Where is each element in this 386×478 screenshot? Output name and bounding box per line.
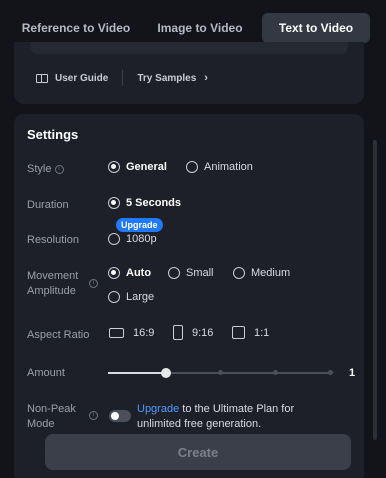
tab-reference-to-video[interactable]: Reference to Video [14, 13, 138, 43]
option-label: 1:1 [254, 326, 270, 339]
option-label: 9:16 [192, 326, 214, 339]
movement-option-small[interactable]: Small [168, 267, 214, 279]
duration-label: Duration [27, 199, 69, 211]
mode-tabs: Reference to Video Image to Video Text t… [14, 12, 370, 44]
scrollbar[interactable] [373, 140, 377, 440]
amount-label: Amount [27, 367, 65, 379]
slider-step [218, 370, 223, 375]
aspect-ratio-label: Aspect Ratio [27, 329, 90, 341]
try-samples-link[interactable]: Try Samples [137, 73, 196, 84]
option-label: Animation [204, 161, 253, 173]
option-label: Small [186, 267, 214, 279]
aspect-option-9-16[interactable]: 9:16 [173, 325, 213, 340]
amount-value: 1 [349, 367, 356, 379]
slider-step [272, 370, 278, 375]
amount-slider[interactable] [108, 368, 333, 378]
option-label: 16:9 [133, 327, 155, 339]
divider [122, 70, 124, 86]
settings-title: Settings [27, 127, 79, 142]
slider-fill [108, 372, 167, 374]
style-label: Style i [27, 162, 64, 177]
non-peak-toggle[interactable] [109, 410, 131, 422]
option-label: 5 Seconds [126, 197, 182, 209]
option-label: 1080p [126, 233, 157, 245]
aspect-option-16-9[interactable]: 16:9 [109, 327, 154, 339]
style-label-text: Style [27, 163, 52, 175]
style-option-general[interactable]: General [108, 161, 167, 173]
help-links: User Guide Try Samples › [36, 70, 208, 86]
resolution-option-1080p[interactable]: 1080p [108, 233, 157, 245]
radio-selected-icon [108, 197, 120, 209]
option-label: General [126, 161, 167, 173]
radio-selected-icon [108, 161, 120, 173]
option-label: Large [126, 291, 155, 303]
chevron-right-icon: › [204, 72, 208, 84]
create-button[interactable]: Create [45, 434, 351, 470]
radio-icon [186, 161, 198, 173]
movement-amplitude-label: Movement Amplitude [27, 270, 79, 297]
resolution-label: Resolution [27, 234, 79, 246]
info-icon[interactable]: i [54, 164, 64, 174]
radio-selected-icon [108, 267, 120, 279]
radio-icon [108, 291, 120, 303]
non-peak-mode-label: Non-Peak Mode [27, 403, 76, 430]
portrait-ratio-icon [173, 325, 183, 340]
info-icon[interactable]: i [89, 279, 98, 288]
upgrade-link[interactable]: Upgrade [137, 403, 179, 415]
info-icon[interactable]: i [89, 411, 98, 420]
option-label: Auto [126, 267, 152, 279]
book-icon [36, 73, 48, 83]
movement-option-auto[interactable]: Auto [108, 267, 151, 279]
movement-option-large[interactable]: Large [108, 291, 154, 303]
landscape-ratio-icon [109, 328, 124, 338]
upgrade-badge[interactable]: Upgrade [116, 218, 163, 232]
user-guide-link[interactable]: User Guide [55, 73, 108, 84]
radio-icon [233, 267, 245, 279]
duration-option-5s[interactable]: 5 Seconds [108, 197, 181, 209]
square-ratio-icon [232, 326, 245, 339]
tab-image-to-video[interactable]: Image to Video [138, 13, 262, 43]
radio-icon [168, 267, 180, 279]
movement-option-medium[interactable]: Medium [233, 267, 290, 279]
prompt-area-bottom [30, 42, 348, 54]
option-label: Medium [251, 267, 291, 279]
radio-icon [108, 233, 120, 245]
slider-step [327, 370, 333, 375]
style-option-animation[interactable]: Animation [186, 161, 253, 173]
non-peak-description: Upgrade to the Ultimate Plan for unlimit… [137, 402, 337, 432]
tab-text-to-video[interactable]: Text to Video [262, 13, 370, 43]
aspect-option-1-1[interactable]: 1:1 [232, 326, 269, 339]
